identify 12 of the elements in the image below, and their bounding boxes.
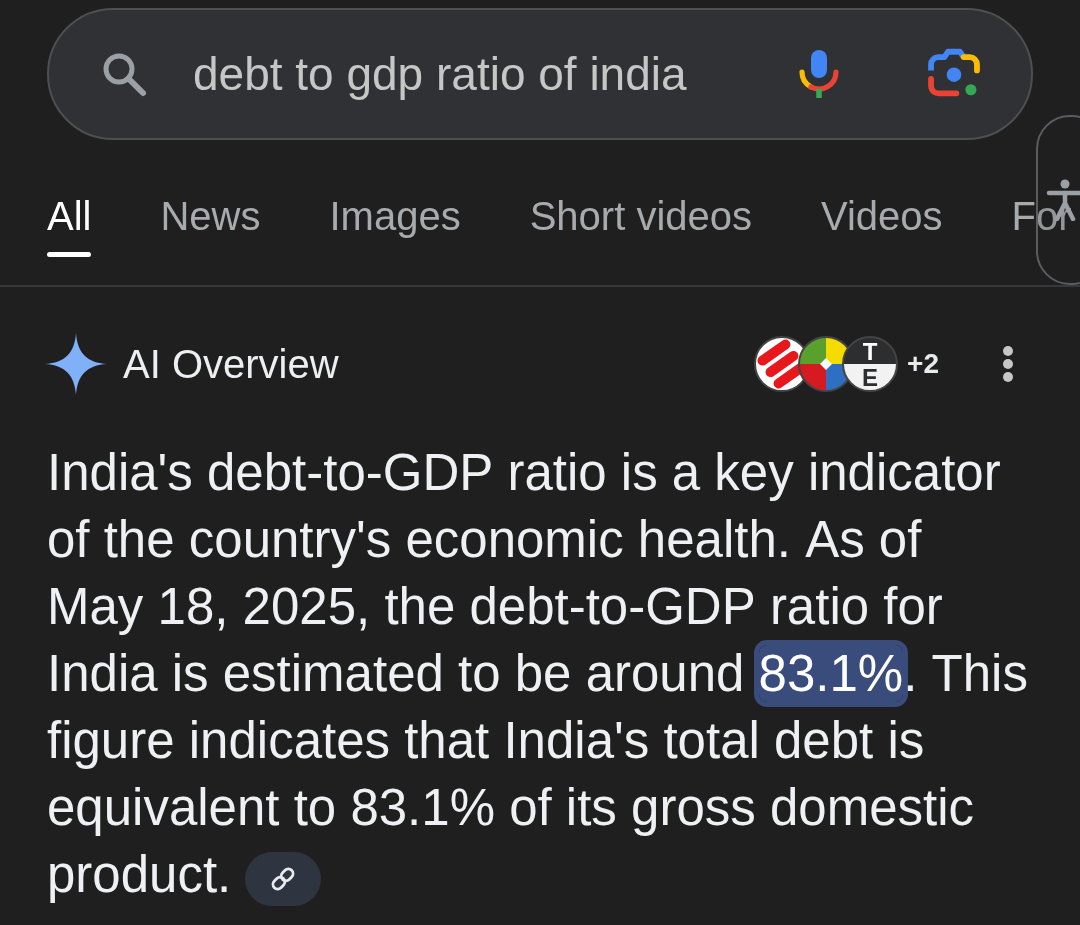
search-field[interactable]: debt to gdp ratio of india bbox=[47, 8, 1033, 140]
tab[interactable]: Short videos bbox=[529, 194, 752, 257]
tab[interactable]: News bbox=[160, 194, 261, 257]
more-icon[interactable] bbox=[1001, 345, 1015, 383]
link-button[interactable] bbox=[245, 851, 322, 906]
letters-logo-icon: T E bbox=[841, 335, 900, 393]
tab[interactable]: Images bbox=[329, 194, 461, 257]
more-sources-count[interactable]: +2 bbox=[907, 348, 939, 380]
tab[interactable]: All bbox=[47, 194, 92, 257]
overview-paragraph: India's debt-to-GDP ratio is a key indicator of the country's economic health. As of May 18, 2025, the debt-to-GDP ratio for India is estimated to be around 83.1%. This figure indicates that India's total debt is equivalent to 83.1% of its gross domestic product. bbox=[47, 439, 1030, 908]
tab[interactable]: Videos bbox=[821, 194, 943, 257]
ai-overview-title: AI Overview bbox=[123, 341, 340, 387]
